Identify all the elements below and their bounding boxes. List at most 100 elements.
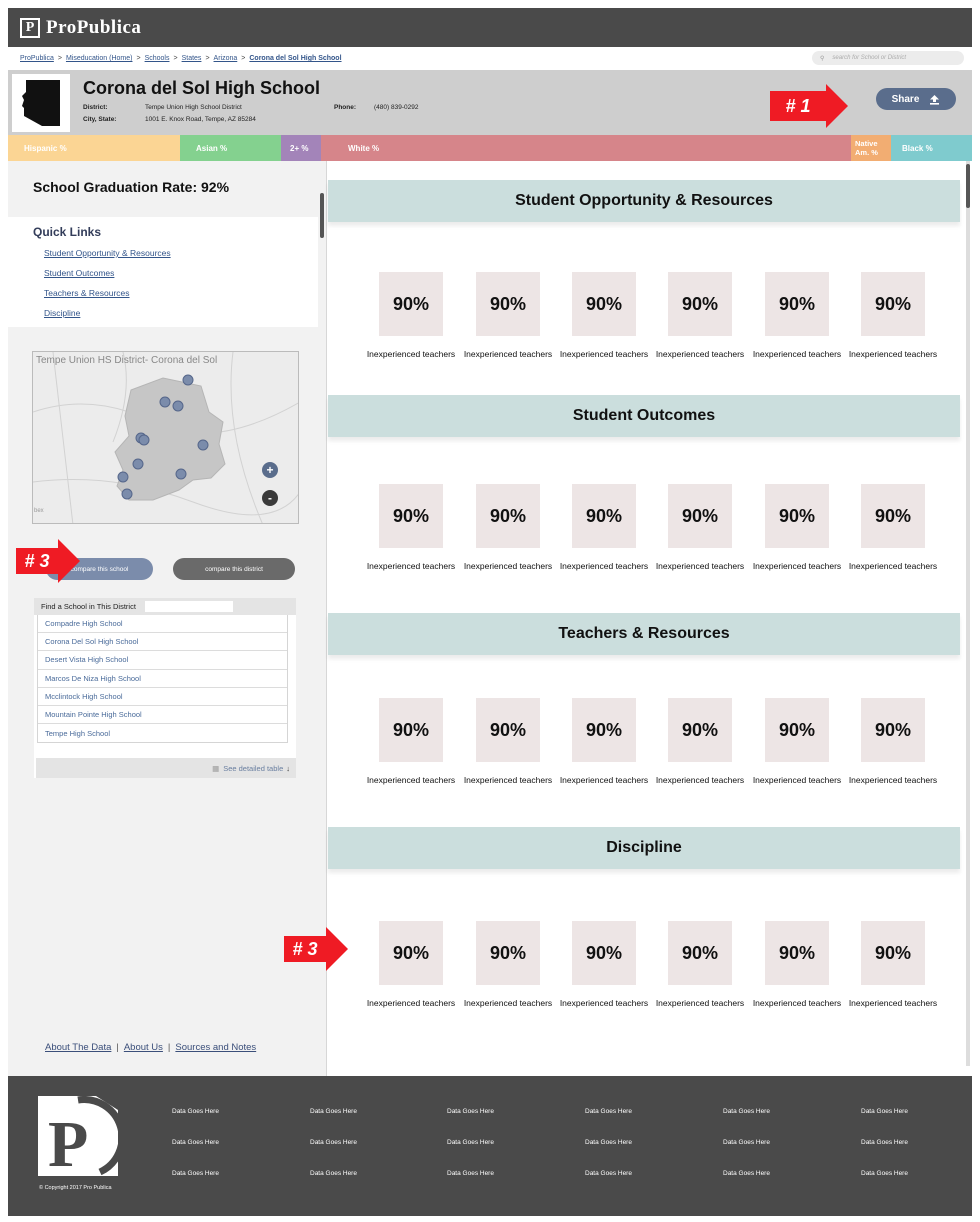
district-map[interactable]: Tempe Union HS District- Corona del Sol …: [32, 351, 299, 524]
brand-name[interactable]: ProPublica: [46, 17, 141, 39]
stat-label: Inexperienced teachers: [559, 561, 649, 571]
stat-label: Inexperienced teachers: [655, 998, 745, 1008]
upload-arrow-icon: [930, 94, 940, 105]
demo-asian[interactable]: Asian %: [180, 135, 281, 161]
finder-item[interactable]: Desert Vista High School: [38, 651, 287, 670]
stat-label: Inexperienced teachers: [463, 349, 553, 359]
quick-link-outcomes[interactable]: Student Outcomes: [44, 268, 114, 278]
stat-card: 90% Inexperienced teachers: [464, 272, 552, 359]
quick-link-discipline[interactable]: Discipline: [44, 308, 80, 318]
stat-card: 90% Inexperienced teachers: [849, 484, 937, 571]
see-detailed-table-label: See detailed table: [223, 763, 284, 773]
breadcrumb-schools[interactable]: Schools: [145, 55, 170, 62]
school-name: Corona del Sol High School: [83, 78, 321, 98]
map-graphic: [33, 352, 298, 523]
zoom-out-button[interactable]: -: [262, 490, 278, 506]
zoom-in-button[interactable]: +: [262, 462, 278, 478]
finder-search-input[interactable]: [144, 601, 233, 612]
demographics-bar: Hispanic % Asian % 2+ % White % Native A…: [8, 135, 972, 161]
propublica-footer-logo[interactable]: P: [38, 1096, 126, 1181]
about-data-link[interactable]: About The Data: [45, 1042, 111, 1053]
finder-item[interactable]: Marcos De Niza High School: [38, 670, 287, 688]
breadcrumb-current[interactable]: Corona del Sol High School: [249, 55, 341, 62]
finder-item[interactable]: Tempe High School: [38, 724, 287, 742]
finder-item[interactable]: Corona Del Sol High School: [38, 633, 287, 652]
stat-card: 90% Inexperienced teachers: [560, 921, 648, 1008]
quick-links-panel: Quick Links Student Opportunity & Resour…: [8, 217, 318, 327]
search-input[interactable]: ⚲ search for School or District: [812, 51, 964, 65]
stat-label: Inexperienced teachers: [752, 775, 842, 785]
phone-info: Phone: (480) 839-0292: [334, 104, 418, 111]
callout-marker-1: # 1: [770, 84, 848, 128]
finder-item[interactable]: Mountain Pointe High School: [38, 706, 287, 725]
callout-marker-3-right: # 3: [284, 927, 348, 971]
stat-value: 90%: [861, 921, 925, 985]
about-us-link[interactable]: About Us: [124, 1042, 163, 1053]
footer-cell: Data Goes Here: [447, 1108, 494, 1115]
stat-label: Inexperienced teachers: [559, 349, 649, 359]
demo-two-plus[interactable]: 2+ %: [281, 135, 321, 161]
section-outcomes-header: Student Outcomes: [328, 395, 960, 437]
stat-label: Inexperienced teachers: [463, 775, 553, 785]
stat-label: Inexperienced teachers: [463, 561, 553, 571]
svg-text:P: P: [48, 1108, 88, 1176]
quick-link-opportunity[interactable]: Student Opportunity & Resources: [44, 248, 171, 258]
stat-card: 90% Inexperienced teachers: [849, 698, 937, 785]
footer-cell: Data Goes Here: [723, 1170, 770, 1177]
propublica-logo-icon[interactable]: P: [20, 17, 40, 38]
see-detailed-table-link[interactable]: ▦ See detailed table ↓: [36, 758, 296, 778]
stat-card: 90% Inexperienced teachers: [367, 698, 455, 785]
finder-item[interactable]: Mcclintock High School: [38, 688, 287, 706]
footer-cell: Data Goes Here: [585, 1108, 632, 1115]
breadcrumb-propublica[interactable]: ProPublica: [20, 55, 54, 62]
stat-label: Inexperienced teachers: [752, 998, 842, 1008]
table-icon: ▦: [212, 763, 220, 773]
stat-value: 90%: [668, 698, 732, 762]
stat-card: 90% Inexperienced teachers: [367, 921, 455, 1008]
breadcrumb-separator: >: [241, 55, 246, 62]
stat-card: 90% Inexperienced teachers: [753, 484, 841, 571]
footer-cell: Data Goes Here: [310, 1108, 357, 1115]
demo-native[interactable]: Native Am. %: [851, 135, 891, 161]
stat-label: Inexperienced teachers: [366, 998, 456, 1008]
page-frame: P ProPublica ProPublica > Miseducation (…: [8, 8, 972, 1216]
stat-label: Inexperienced teachers: [848, 998, 938, 1008]
phone-value: (480) 839-0292: [374, 104, 419, 111]
stat-card: 90% Inexperienced teachers: [753, 272, 841, 359]
quick-links-title: Quick Links: [33, 225, 102, 239]
demo-white[interactable]: White %: [321, 135, 851, 161]
stat-value: 90%: [861, 484, 925, 548]
stat-label: Inexperienced teachers: [366, 561, 456, 571]
breadcrumb-separator: >: [173, 55, 178, 62]
footer-cell: Data Goes Here: [447, 1139, 494, 1146]
stat-label: Inexperienced teachers: [752, 349, 842, 359]
compare-district-button[interactable]: compare this district: [173, 558, 295, 580]
stat-label: Inexperienced teachers: [366, 775, 456, 785]
demo-hispanic[interactable]: Hispanic %: [8, 135, 180, 161]
main-scroll-track[interactable]: [966, 161, 970, 1066]
footer-cell: Data Goes Here: [172, 1108, 219, 1115]
propublica-logo-icon: P: [38, 1096, 126, 1181]
stat-value: 90%: [379, 698, 443, 762]
stat-card: 90% Inexperienced teachers: [849, 272, 937, 359]
stat-value: 90%: [765, 698, 829, 762]
stat-label: Inexperienced teachers: [848, 561, 938, 571]
footer-cell: Data Goes Here: [861, 1170, 908, 1177]
stat-label: Inexperienced teachers: [655, 561, 745, 571]
breadcrumb-states[interactable]: States: [182, 55, 202, 62]
stat-label: Inexperienced teachers: [559, 998, 649, 1008]
main-scrollbar-thumb[interactable]: [966, 164, 970, 208]
sidebar-scrollbar[interactable]: [320, 193, 324, 238]
stat-card: 90% Inexperienced teachers: [367, 272, 455, 359]
footer-cell: Data Goes Here: [447, 1170, 494, 1177]
stat-label: Inexperienced teachers: [559, 775, 649, 785]
finder-item[interactable]: Compadre High School: [38, 615, 287, 634]
quick-link-teachers[interactable]: Teachers & Resources: [44, 288, 130, 298]
breadcrumb-arizona[interactable]: Arizona: [214, 55, 238, 62]
demo-black[interactable]: Black %: [891, 135, 972, 161]
stat-value: 90%: [861, 272, 925, 336]
breadcrumb-home[interactable]: Miseducation (Home): [66, 55, 133, 62]
sources-notes-link[interactable]: Sources and Notes: [175, 1042, 256, 1053]
map-attribution: bex: [34, 508, 44, 514]
share-button[interactable]: Share: [876, 88, 956, 110]
